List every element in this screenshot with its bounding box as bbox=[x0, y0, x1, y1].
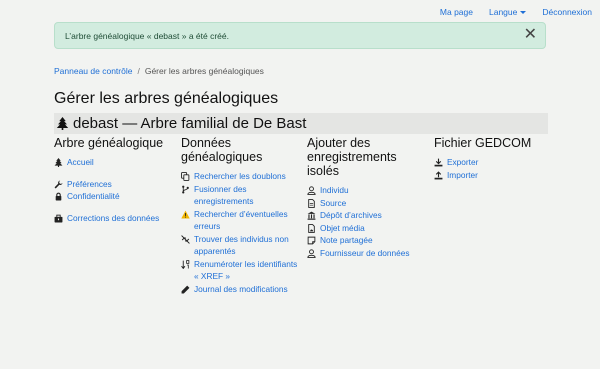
menu-item-label[interactable]: Trouver des individus non apparentés bbox=[194, 233, 301, 258]
menu-item-label[interactable]: Fournisseur de données bbox=[320, 247, 409, 260]
menu-item-add-source[interactable]: Source bbox=[307, 197, 427, 210]
menu-item-changes-log[interactable]: Journal des modifications bbox=[181, 283, 301, 296]
language-menu[interactable]: Langue bbox=[489, 7, 527, 17]
merge-icon bbox=[181, 185, 190, 194]
menu-item-add-submitter[interactable]: Fournisseur de données bbox=[307, 247, 427, 260]
gedcom-heading: Fichier GEDCOM bbox=[434, 136, 532, 150]
user-icon bbox=[307, 186, 316, 195]
menu-item-privacy[interactable]: Confidentialité bbox=[54, 190, 174, 203]
tree-name: debast — Arbre familial de De Bast bbox=[73, 115, 307, 132]
top-navigation: Ma page Langue Déconnexion bbox=[432, 0, 600, 24]
tree-column: Arbre généalogique Accueil Préférences C… bbox=[54, 136, 174, 224]
building-icon bbox=[307, 211, 316, 220]
breadcrumb-current: Gérer les arbres généalogiques bbox=[144, 66, 264, 76]
menu-item-label[interactable]: Individu bbox=[320, 184, 349, 197]
alert-message: L’arbre généalogique « debast » a été cr… bbox=[65, 31, 229, 41]
breadcrumb: Panneau de contrôle / Gérer les arbres gén… bbox=[54, 66, 264, 76]
menu-item-label[interactable]: Renuméroter les identifiants « XREF » bbox=[194, 258, 301, 283]
menu-item-merge-records[interactable]: Fusionner des enregistrements bbox=[181, 183, 301, 208]
user-icon bbox=[307, 248, 316, 258]
my-page-link[interactable]: Ma page bbox=[440, 7, 473, 17]
menu-item-label[interactable]: Exporter bbox=[447, 156, 478, 169]
close-icon[interactable]: ✕ bbox=[524, 26, 537, 44]
menu-item-label[interactable]: Accueil bbox=[67, 156, 94, 169]
menu-item-label[interactable]: Préférences bbox=[67, 178, 112, 191]
caret-down-icon bbox=[520, 11, 527, 15]
warning-icon bbox=[181, 210, 190, 219]
genealogy-data-heading: Données généalogiques bbox=[181, 136, 263, 164]
menu-item-import[interactable]: Importer bbox=[434, 169, 548, 182]
menu-item-label[interactable]: Journal des modifications bbox=[194, 283, 288, 296]
copy-icon bbox=[181, 172, 190, 181]
menu-item-preferences[interactable]: Préférences bbox=[54, 178, 174, 191]
toolbox-icon bbox=[54, 214, 63, 223]
breadcrumb-control-panel[interactable]: Panneau de contrôle bbox=[54, 66, 132, 76]
language-label: Langue bbox=[489, 7, 518, 17]
menu-item-renumber-xref[interactable]: Renuméroter les identifiants « XREF » bbox=[181, 258, 301, 283]
menu-item-add-repository[interactable]: Dépôt d’archives bbox=[307, 209, 427, 222]
menu-item-label[interactable]: Fusionner des enregistrements bbox=[194, 183, 301, 208]
add-records-heading: Ajouter des enregistrements isolés bbox=[307, 136, 397, 178]
menu-item-label[interactable]: Confidentialité bbox=[67, 190, 120, 203]
menu-item-unrelated-individuals[interactable]: Trouver des individus non apparentés bbox=[181, 233, 301, 258]
breadcrumb-separator: / bbox=[137, 66, 140, 76]
sort-numeric-icon bbox=[181, 259, 190, 269]
document-icon bbox=[307, 198, 316, 208]
menu-item-label[interactable]: Dépôt d’archives bbox=[320, 209, 382, 222]
menu-item-export[interactable]: Exporter bbox=[434, 156, 548, 169]
logout-link[interactable]: Déconnexion bbox=[542, 7, 592, 17]
menu-item-label[interactable]: Rechercher d’éventuelles erreurs bbox=[194, 208, 301, 233]
wrench-icon bbox=[54, 180, 63, 189]
menu-item-label[interactable]: Note partagée bbox=[320, 234, 373, 247]
lock-icon bbox=[54, 192, 63, 201]
menu-item-add-individual[interactable]: Individu bbox=[307, 184, 427, 197]
tree-column-heading: Arbre généalogique bbox=[54, 136, 164, 150]
gedcom-column: Fichier GEDCOM Exporter Importer bbox=[434, 136, 548, 181]
menu-item-data-corrections[interactable]: Corrections des données bbox=[54, 212, 174, 225]
upload-icon bbox=[434, 170, 443, 180]
image-file-icon bbox=[307, 223, 316, 233]
menu-item-label[interactable]: Objet média bbox=[320, 222, 365, 235]
menu-item-find-duplicates[interactable]: Rechercher les doublons bbox=[181, 170, 301, 183]
menu-item-label[interactable]: Corrections des données bbox=[67, 212, 159, 225]
menu-item-add-media[interactable]: Objet média bbox=[307, 222, 427, 235]
genealogy-data-column: Données généalogiques Rechercher les dou… bbox=[181, 136, 301, 295]
sticky-note-icon bbox=[307, 236, 316, 245]
pencil-icon bbox=[181, 285, 190, 294]
menu-item-label[interactable]: Source bbox=[320, 197, 346, 210]
unlink-icon bbox=[181, 234, 190, 244]
menu-item-label[interactable]: Importer bbox=[447, 169, 478, 182]
menu-item-add-shared-note[interactable]: Note partagée bbox=[307, 234, 427, 247]
page-title: Gérer les arbres généalogiques bbox=[54, 90, 279, 107]
menu-item-home[interactable]: Accueil bbox=[54, 156, 174, 169]
tree-header: debast — Arbre familial de De Bast bbox=[54, 113, 548, 134]
add-records-column: Ajouter des enregistrements isolés Indiv… bbox=[307, 136, 427, 259]
menu-item-label[interactable]: Rechercher les doublons bbox=[194, 170, 286, 183]
tree-icon bbox=[56, 117, 69, 130]
download-icon bbox=[434, 158, 443, 167]
tree-icon bbox=[54, 158, 63, 167]
menu-item-find-errors[interactable]: Rechercher d’éventuelles erreurs bbox=[181, 208, 301, 233]
success-alert: L’arbre généalogique « debast » a été cr… bbox=[54, 22, 546, 49]
